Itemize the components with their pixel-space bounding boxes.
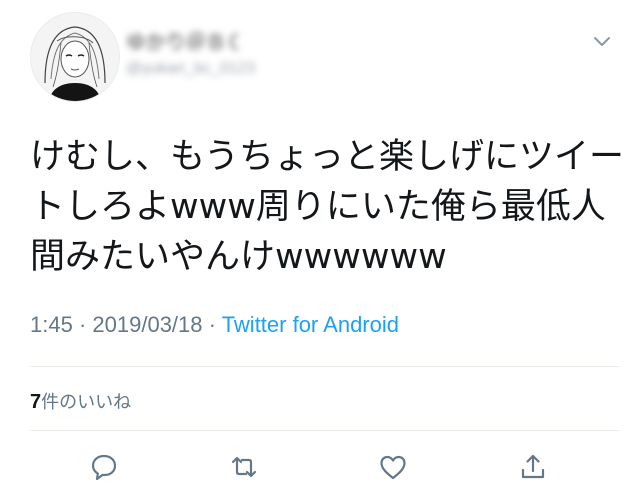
avatar[interactable] — [30, 12, 120, 102]
meta-separator: · — [208, 312, 216, 337]
share-icon[interactable] — [518, 452, 548, 482]
tweet-meta: 1:45 · 2019/03/18 · Twitter for Android — [30, 312, 399, 338]
avatar-illustration — [31, 13, 119, 101]
likes-summary[interactable]: 7件のいいね — [30, 388, 131, 414]
meta-separator: · — [78, 312, 87, 337]
divider — [30, 430, 620, 431]
tweet-date[interactable]: 2019/03/18 — [92, 312, 202, 337]
chevron-down-icon[interactable] — [590, 30, 614, 52]
likes-label: 件のいいね — [41, 392, 132, 413]
retweet-icon[interactable] — [229, 452, 259, 482]
likes-count: 7 — [30, 391, 42, 413]
tweet-source-link[interactable]: Twitter for Android — [222, 312, 399, 337]
author-name[interactable]: ゆかり＠ＢＣ — [126, 26, 238, 50]
author-handle: @yukari_bc_0123 — [126, 60, 256, 77]
divider — [30, 366, 620, 367]
heart-icon[interactable] — [378, 452, 408, 482]
reply-icon[interactable] — [89, 452, 119, 482]
tweet-time[interactable]: 1:45 — [30, 312, 73, 337]
tweet-text: けむし、もうちょっと楽しげにツイートしろよwww周りにいた俺ら最低人間みたいやん… — [30, 137, 624, 277]
